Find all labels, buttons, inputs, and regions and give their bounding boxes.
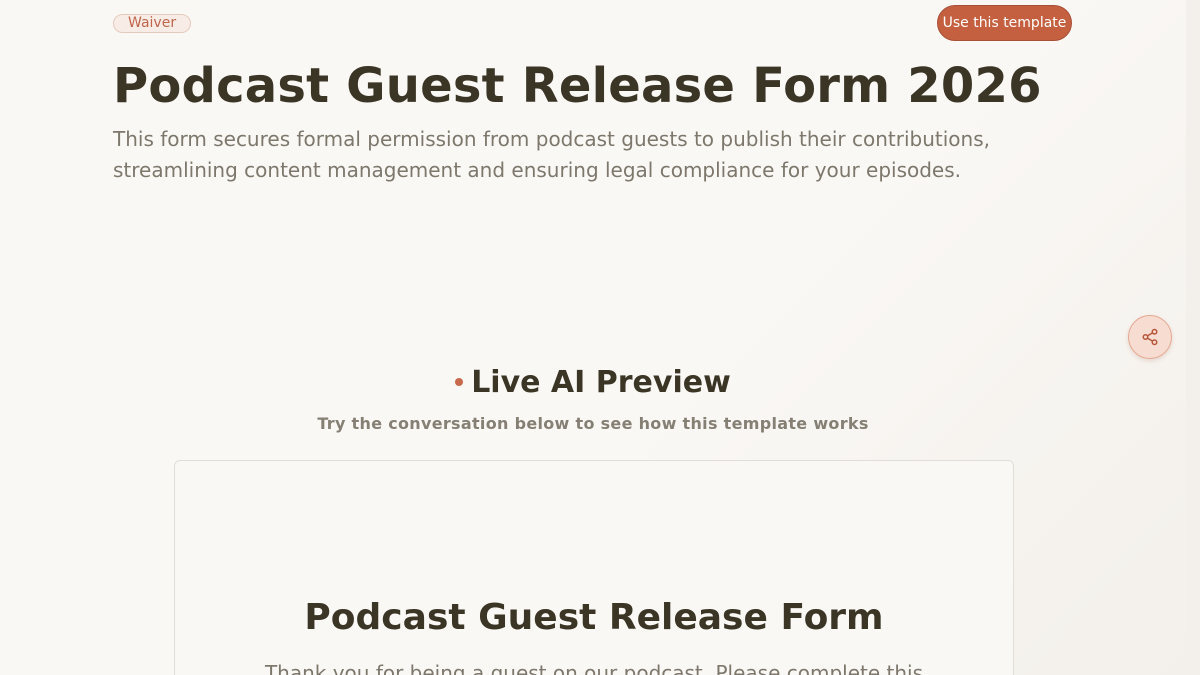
preview-card[interactable]: Podcast Guest Release Form Thank you for… xyxy=(174,460,1014,675)
share-button[interactable] xyxy=(1128,315,1172,359)
page-scrollbar-track[interactable] xyxy=(1186,0,1200,675)
share-icon xyxy=(1142,328,1158,346)
use-template-button[interactable]: Use this template xyxy=(937,5,1072,41)
live-preview-heading: Live AI Preview xyxy=(0,364,1186,400)
form-title: Podcast Guest Release Form xyxy=(304,597,884,638)
page-description: This form secures formal permission from… xyxy=(113,127,990,182)
live-preview-subtitle: Try the conversation below to see how th… xyxy=(317,414,869,433)
live-indicator-dot xyxy=(455,378,464,386)
category-tag[interactable]: Waiver xyxy=(113,14,192,33)
form-intro-text: Thank you for being a guest on our podca… xyxy=(264,661,924,675)
live-preview-title: Live AI Preview xyxy=(471,364,731,400)
page-title: Podcast Guest Release Form 2026 xyxy=(113,58,1042,114)
